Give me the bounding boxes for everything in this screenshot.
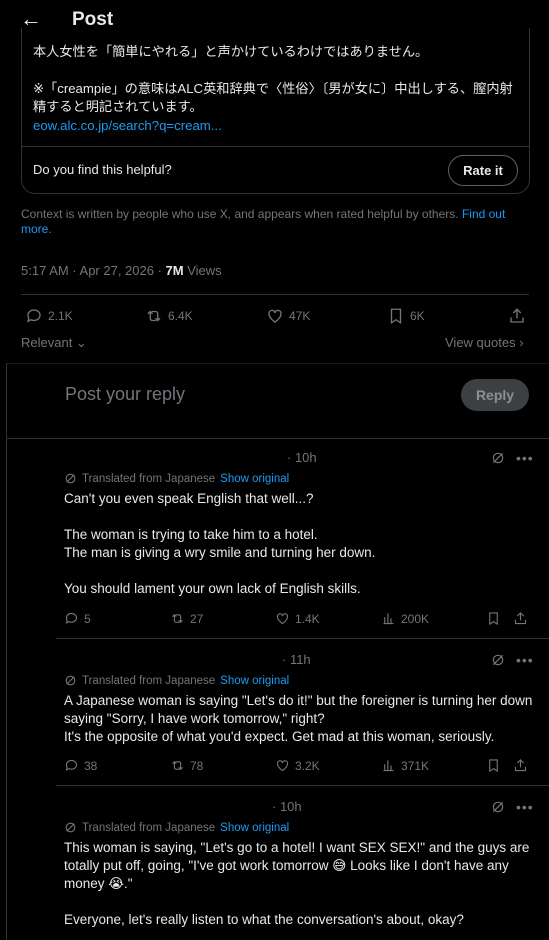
show-original-link[interactable]: Show original — [220, 675, 289, 687]
reply-time[interactable]: · 10h — [287, 450, 317, 465]
translate-icon — [65, 473, 76, 484]
share-action[interactable] — [513, 758, 528, 773]
bookmark-action[interactable]: 6K — [387, 307, 425, 325]
bookmark-action[interactable] — [486, 611, 501, 626]
show-original-link[interactable]: Show original — [220, 473, 289, 485]
helpful-question: Do you find this helpful? — [33, 162, 172, 177]
views-count: 371K — [401, 758, 430, 773]
chevron-down-icon: ⌄ — [72, 335, 87, 350]
note-divider — [22, 146, 529, 147]
like-action[interactable]: 1.4K — [275, 611, 320, 626]
reply-action[interactable]: 38 — [64, 758, 97, 773]
show-original-link[interactable]: Show original — [220, 822, 289, 834]
bookmark-action[interactable] — [486, 758, 501, 773]
views-count: 7M — [165, 263, 184, 278]
context-text: Context is written by people who use X, … — [21, 207, 459, 221]
repost-icon — [147, 310, 161, 322]
post-timestamp: 5:17 AM · Apr 27, 2026 · 7M Views — [21, 263, 222, 278]
repost-icon — [172, 613, 183, 624]
translated-label: Translated from Japanese — [82, 674, 216, 687]
reply-input[interactable]: Post your reply — [65, 384, 185, 405]
views-count: 200K — [401, 611, 430, 626]
sort-relevant[interactable]: Relevant ⌄ — [21, 335, 87, 351]
note-line-1: 本人女性を「簡単にやれる」と声かけているわけではありません。 — [33, 44, 429, 59]
view-quotes-link[interactable]: View quotes › — [445, 335, 524, 350]
like-action[interactable]: 47K — [266, 307, 310, 325]
share-action[interactable] — [513, 611, 528, 626]
repost-count: 27 — [190, 611, 204, 626]
context-disclaimer: Context is written by people who use X, … — [21, 207, 521, 237]
sort-relevant-label: Relevant — [21, 335, 73, 350]
translation-notice: Translated from Japanese Show original — [64, 472, 289, 485]
reply-icon — [26, 309, 41, 323]
heart-icon — [268, 309, 282, 323]
like-action[interactable]: 3.2K — [275, 758, 320, 773]
reply-icon — [65, 612, 78, 624]
thread-border — [6, 363, 7, 940]
translation-notice: Translated from Japanese Show original — [64, 821, 289, 834]
reply-count: 38 — [84, 758, 98, 773]
repost-action[interactable]: 6.4K — [145, 307, 193, 325]
bookmark-icon — [390, 308, 402, 325]
views-icon — [383, 760, 394, 772]
reply-text: Can't you even speak English that well..… — [64, 491, 376, 596]
post-time: 5:17 AM · Apr 27, 2026 · — [21, 263, 166, 278]
view-quotes-label: View quotes — [445, 335, 516, 350]
bookmark-count: 6K — [410, 309, 425, 323]
divider — [56, 785, 549, 786]
note-line-2: ※「creampie」の意味はALC英和辞典で〈性俗〉〔男が女に〕中出しする、膣… — [33, 81, 513, 114]
views-icon — [383, 613, 394, 625]
reply-count: 5 — [84, 611, 91, 626]
divider — [6, 363, 549, 364]
translate-icon — [65, 675, 76, 686]
more-icon[interactable]: ••• — [516, 799, 534, 815]
translated-label: Translated from Japanese — [82, 472, 216, 485]
more-icon[interactable]: ••• — [516, 652, 534, 668]
reply-button[interactable]: Reply — [461, 379, 529, 411]
reply-time[interactable]: · 10h — [272, 799, 302, 814]
like-count: 1.4K — [295, 611, 320, 626]
repost-icon — [172, 760, 183, 771]
reply-top-actions: ••• — [490, 799, 534, 815]
bookmark-icon — [489, 759, 498, 773]
like-count: 47K — [289, 309, 311, 323]
share-icon — [514, 612, 527, 625]
reply-text: A Japanese woman is saying "Let's do it!… — [64, 693, 533, 744]
grok-icon[interactable] — [490, 450, 506, 466]
reply-action[interactable]: 5 — [64, 611, 91, 626]
divider — [21, 294, 529, 295]
share-icon — [514, 759, 527, 772]
reply-text: This woman is saying, "Let's go to a hot… — [64, 840, 530, 927]
chevron-right-icon: › — [515, 335, 524, 350]
repost-action[interactable]: 78 — [170, 758, 203, 773]
translation-notice: Translated from Japanese Show original — [64, 674, 289, 687]
rate-it-button[interactable]: Rate it — [448, 155, 518, 186]
views-action[interactable]: 200K — [381, 611, 429, 626]
divider — [6, 438, 549, 439]
bookmark-icon — [489, 612, 498, 626]
grok-icon[interactable] — [490, 652, 506, 668]
reply-time[interactable]: · 11h — [282, 652, 311, 667]
repost-count: 6.4K — [168, 309, 193, 323]
share-action[interactable] — [508, 307, 526, 325]
divider — [56, 638, 549, 639]
note-source-link[interactable]: eow.alc.co.jp/search?q=cream... — [33, 117, 523, 135]
views-label: Views — [183, 263, 222, 278]
like-count: 3.2K — [295, 758, 320, 773]
views-action[interactable]: 371K — [381, 758, 429, 773]
share-icon — [510, 308, 524, 323]
repost-action[interactable]: 27 — [170, 611, 203, 626]
heart-icon — [276, 760, 289, 772]
translate-icon — [65, 822, 76, 833]
reply-icon — [65, 759, 78, 771]
repost-count: 78 — [190, 758, 204, 773]
reply-top-actions: ••• — [490, 450, 534, 466]
translated-label: Translated from Japanese — [82, 821, 216, 834]
heart-icon — [276, 613, 289, 625]
reply-action[interactable]: 2.1K — [25, 307, 73, 325]
grok-icon[interactable] — [490, 799, 506, 815]
more-icon[interactable]: ••• — [516, 450, 534, 466]
reply-count: 2.1K — [48, 309, 73, 323]
reply-top-actions: ••• — [490, 652, 534, 668]
